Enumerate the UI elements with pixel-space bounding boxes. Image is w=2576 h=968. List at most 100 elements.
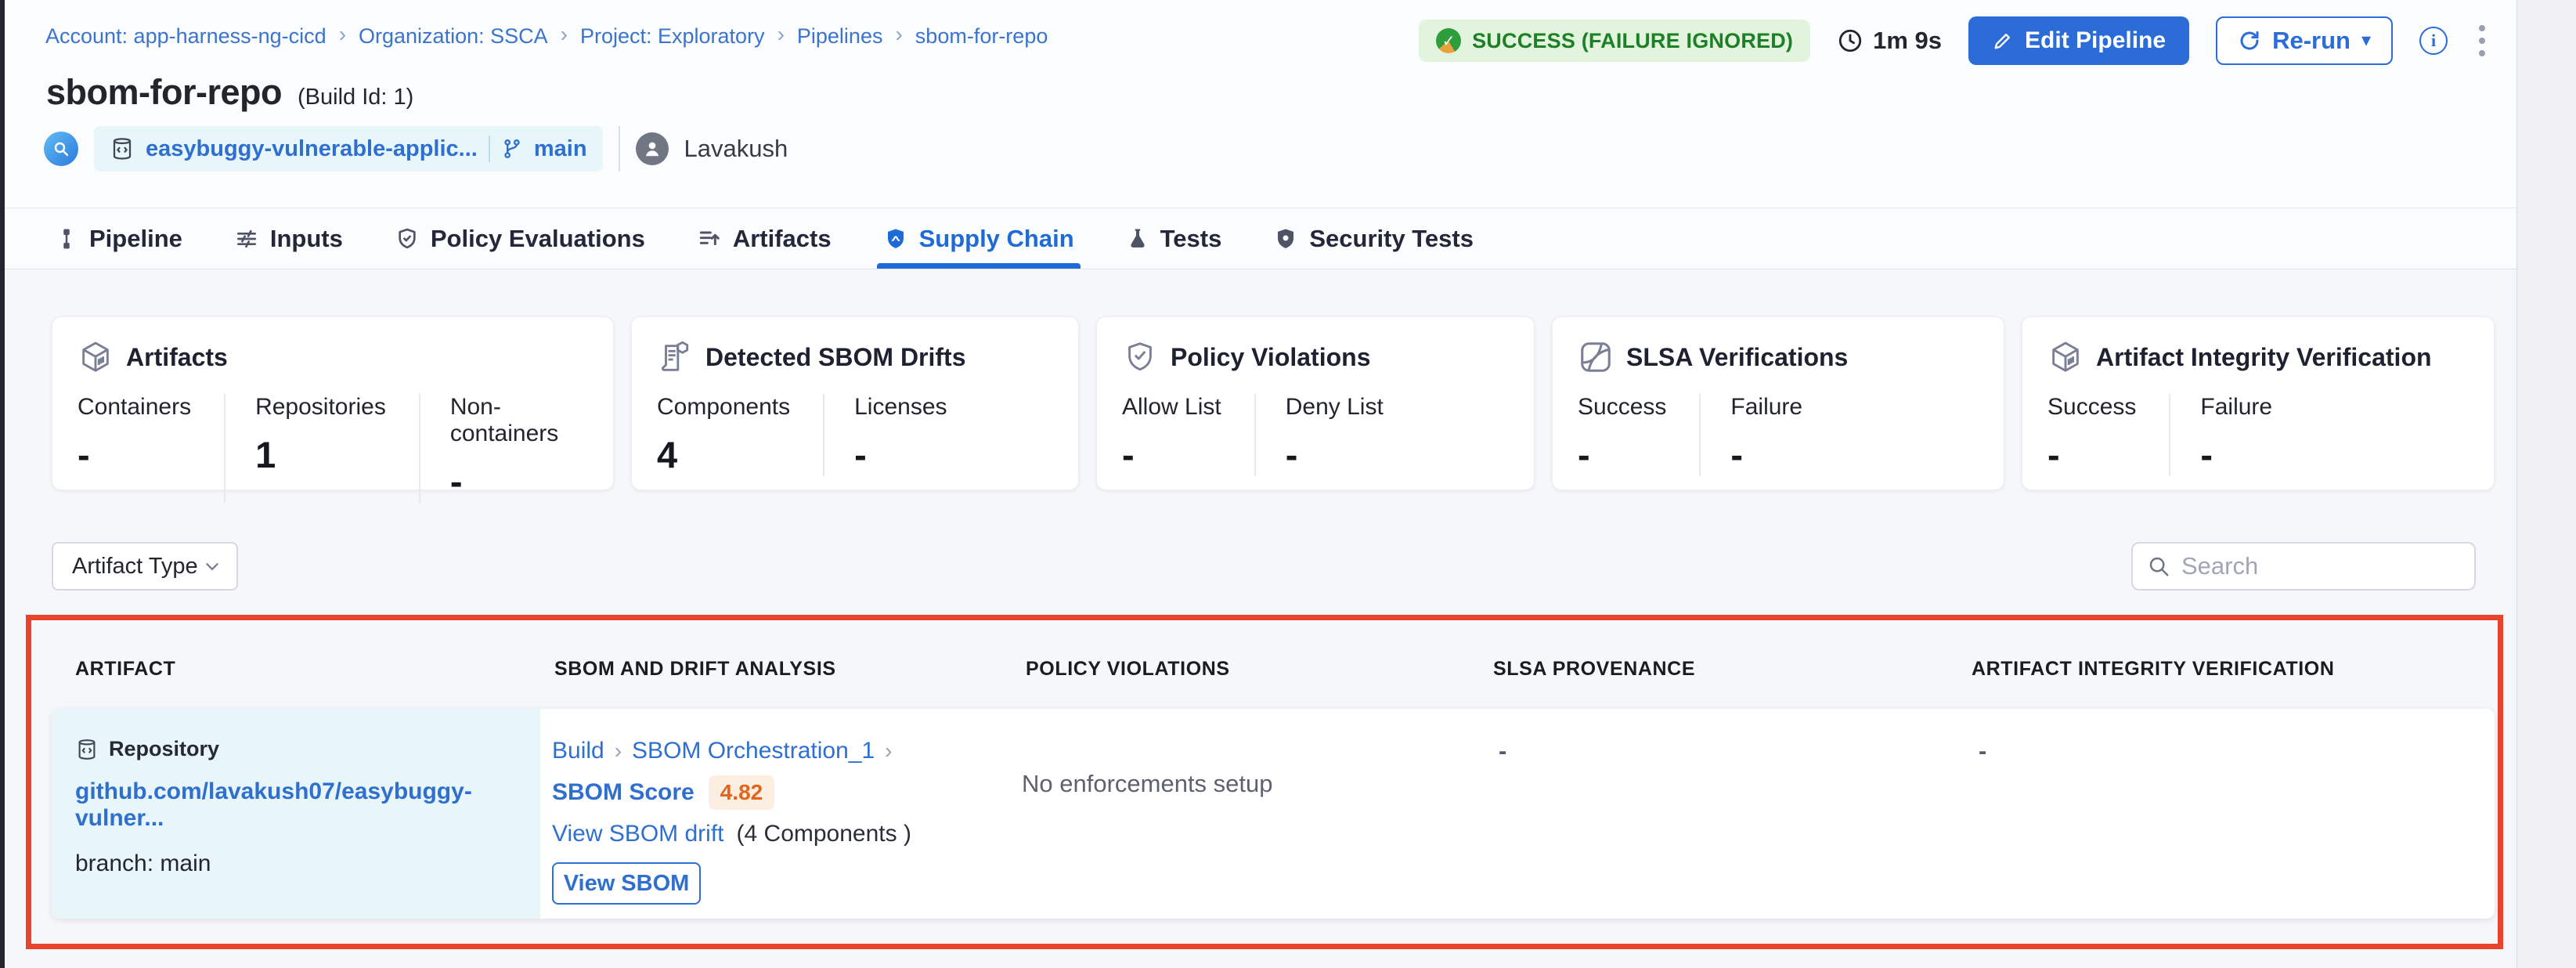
artifact-repo-link[interactable]: github.com/lavakush07/easybuggy-vulner..…	[75, 778, 540, 832]
breadcrumb-current[interactable]: sbom-for-repo	[915, 24, 1048, 49]
stat-allow-list: Allow List -	[1122, 394, 1254, 476]
header-actions: ✓ SUCCESS (FAILURE IGNORED) 1m 9s Edit P…	[1419, 16, 2490, 66]
tab-inputs[interactable]: Inputs	[234, 208, 343, 269]
artifact-cell: Repository github.com/lavakush07/easybug…	[52, 709, 540, 919]
title-row: sbom-for-repo (Build Id: 1)	[46, 72, 413, 113]
tab-tests[interactable]: Tests	[1126, 208, 1222, 269]
execution-header: Account: app-harness-ng-cicd › Organizat…	[5, 0, 2516, 208]
rerun-icon	[2238, 29, 2261, 52]
supply-chain-shield-icon	[883, 226, 908, 251]
shield-check-icon	[1122, 339, 1158, 375]
status-badge: ✓ SUCCESS (FAILURE IGNORED)	[1419, 20, 1810, 62]
column-header-policy: POLICY VIOLATIONS	[1026, 658, 1230, 681]
success-check-icon: ✓	[1436, 28, 1461, 53]
triggered-by-user: Lavakush	[684, 135, 788, 163]
right-scroll-gutter[interactable]	[2516, 0, 2576, 968]
artifact-type: Repository	[109, 737, 219, 761]
stage-link[interactable]: Build	[552, 738, 604, 764]
breadcrumb-account[interactable]: Account: app-harness-ng-cicd	[45, 24, 327, 49]
artifacts-list-icon	[697, 226, 722, 251]
view-sbom-drift-link[interactable]: View SBOM drift	[552, 821, 724, 847]
rerun-button[interactable]: Re-run ▾	[2216, 16, 2393, 65]
slsa-icon	[1578, 339, 1614, 375]
branch-name[interactable]: main	[534, 136, 587, 162]
column-header-sbom: SBOM AND DRIFT ANALYSIS	[554, 658, 836, 681]
chevron-down-icon: ▾	[2361, 31, 2371, 50]
tab-supply-chain[interactable]: Supply Chain	[883, 208, 1074, 269]
card-policy-violations: Policy Violations Allow List - Deny List…	[1096, 316, 1535, 490]
summary-cards: Artifacts Containers - Repositories 1 No…	[52, 316, 2495, 490]
pipeline-icon	[55, 227, 78, 251]
tab-artifacts[interactable]: Artifacts	[697, 208, 832, 269]
tab-label: Pipeline	[89, 225, 182, 253]
chevron-right-icon: ›	[895, 23, 902, 49]
cube-icon	[2047, 339, 2084, 375]
tab-security-tests[interactable]: Security Tests	[1273, 208, 1474, 269]
stat-integrity-success: Success -	[2047, 394, 2169, 476]
step-link[interactable]: SBOM Orchestration_1	[632, 738, 875, 764]
pipeline-execution-page: Account: app-harness-ng-cicd › Organizat…	[5, 0, 2516, 968]
search-icon	[2147, 554, 2170, 578]
git-branch-icon	[501, 138, 523, 160]
meta-divider	[619, 126, 620, 172]
inputs-icon	[234, 226, 259, 251]
repository-icon	[110, 136, 135, 161]
sbom-cell: Build › SBOM Orchestration_1 › SBOM Scor…	[552, 737, 911, 905]
repo-name[interactable]: easybuggy-vulnerable-applic...	[146, 136, 478, 162]
stat-components: Components 4	[657, 394, 823, 476]
slsa-provenance-cell: -	[1499, 737, 1506, 765]
edit-pipeline-button[interactable]: Edit Pipeline	[1968, 16, 2189, 65]
chevron-right-icon: ›	[339, 23, 346, 49]
stat-non-containers: Non-containers -	[419, 394, 613, 503]
trigger-icon	[44, 132, 78, 166]
page-title: sbom-for-repo	[46, 72, 282, 113]
breadcrumb-project[interactable]: Project: Exploratory	[580, 24, 765, 49]
card-title: Detected SBOM Drifts	[705, 343, 966, 372]
repo-chip[interactable]: easybuggy-vulnerable-applic... main	[94, 126, 603, 172]
sbom-score-badge: 4.82	[709, 775, 775, 810]
edit-icon	[1992, 30, 2014, 52]
clock-icon	[1837, 27, 1863, 54]
highlighted-artifact-table: ARTIFACT SBOM AND DRIFT ANALYSIS POLICY …	[26, 615, 2503, 949]
chip-divider	[489, 135, 490, 162]
repository-icon	[75, 738, 99, 761]
artifact-branch: branch: main	[75, 851, 540, 877]
security-shield-icon	[1273, 226, 1298, 251]
stat-deny-list: Deny List -	[1254, 394, 1416, 476]
tab-pipeline[interactable]: Pipeline	[55, 208, 182, 269]
drift-components-count: (4 Components )	[737, 821, 911, 847]
tab-policy-evaluations[interactable]: Policy Evaluations	[395, 208, 645, 269]
chevron-right-icon: ›	[777, 23, 785, 49]
info-icon[interactable]: i	[2419, 27, 2448, 55]
rerun-label: Re-run	[2272, 27, 2351, 55]
search-input[interactable]	[2181, 552, 2494, 580]
card-title: Policy Violations	[1171, 343, 1370, 372]
chevron-down-icon	[202, 556, 222, 576]
stat-repositories: Repositories 1	[224, 394, 419, 503]
card-title: Artifacts	[126, 343, 228, 372]
stat-slsa-success: Success -	[1578, 394, 1699, 476]
breadcrumb-organization[interactable]: Organization: SSCA	[359, 24, 548, 49]
tab-label: Tests	[1160, 225, 1222, 253]
execution-tabs: Pipeline Inputs Policy Evaluations Artif…	[5, 208, 2516, 269]
supply-chain-content: Artifacts Containers - Repositories 1 No…	[5, 269, 2516, 968]
artifact-type-dropdown[interactable]: Artifact Type	[52, 542, 238, 591]
shield-check-icon	[395, 226, 420, 251]
card-artifact-integrity: Artifact Integrity Verification Success …	[2022, 316, 2495, 490]
user-avatar	[636, 132, 669, 165]
edit-pipeline-label: Edit Pipeline	[2025, 27, 2166, 54]
cube-icon	[78, 339, 114, 375]
table-row: Repository github.com/lavakush07/easybug…	[52, 709, 2495, 919]
more-options-menu[interactable]	[2474, 20, 2490, 61]
column-header-integrity: ARTIFACT INTEGRITY VERIFICATION	[1972, 658, 2335, 681]
column-header-slsa: SLSA PROVENANCE	[1493, 658, 1695, 681]
policy-violations-cell: No enforcements setup	[1022, 770, 1273, 798]
artifact-integrity-cell: -	[1979, 737, 1986, 765]
breadcrumb-pipelines[interactable]: Pipelines	[797, 24, 883, 49]
sbom-score-link[interactable]: SBOM Score	[552, 779, 695, 806]
execution-meta: easybuggy-vulnerable-applic... main Lava…	[44, 125, 788, 172]
status-text: SUCCESS (FAILURE IGNORED)	[1472, 29, 1793, 53]
chevron-right-icon: ›	[885, 739, 892, 764]
breadcrumb: Account: app-harness-ng-cicd › Organizat…	[45, 23, 1048, 49]
view-sbom-button[interactable]: View SBOM	[552, 862, 701, 905]
